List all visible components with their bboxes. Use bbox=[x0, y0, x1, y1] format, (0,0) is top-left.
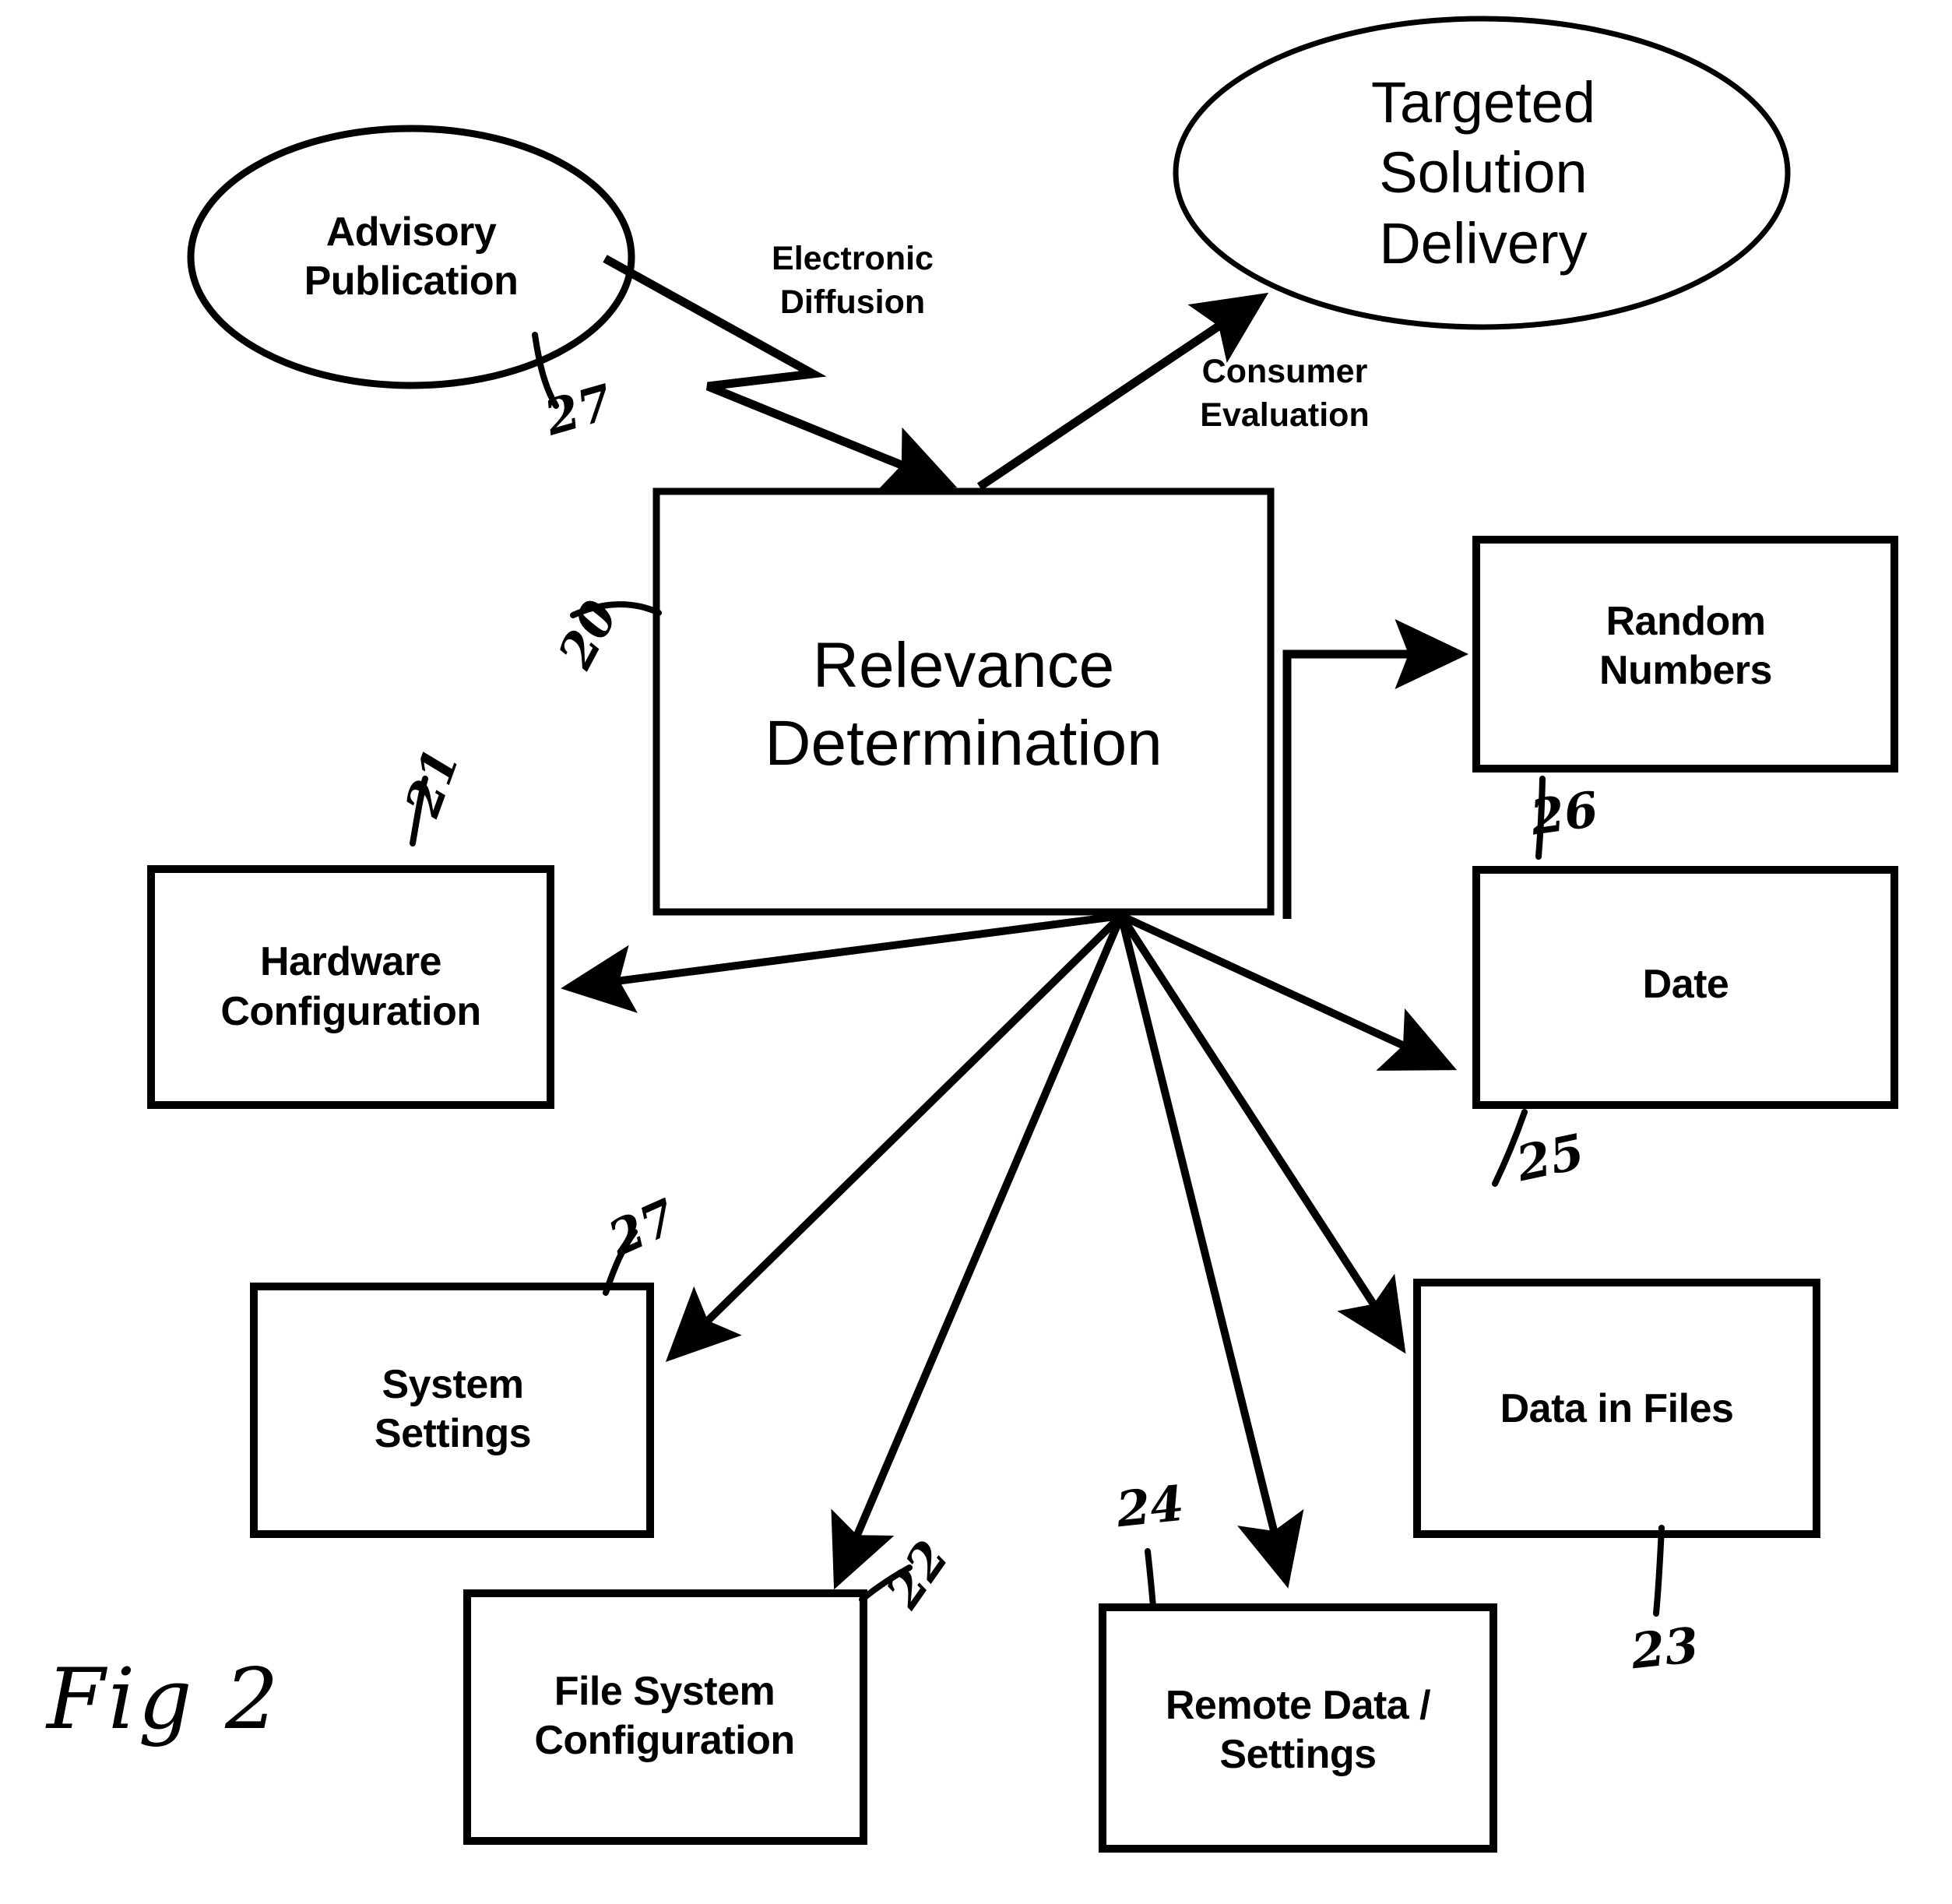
node-relevance-determination bbox=[652, 487, 1275, 916]
node-random-numbers bbox=[1472, 536, 1898, 773]
leader-line-20-relevance bbox=[570, 601, 662, 618]
patent-figure: Advisory Publication Targeted Solution D… bbox=[0, 0, 1952, 1904]
edge-consumer-evaluation bbox=[976, 292, 1269, 491]
edge-to-system-settings bbox=[665, 913, 1124, 1362]
node-targeted-solution-delivery bbox=[1173, 16, 1791, 330]
node-advisory-publication bbox=[187, 125, 635, 389]
node-date bbox=[1472, 866, 1898, 1109]
leader-line-23-data-in-files bbox=[1653, 1525, 1665, 1617]
edge-to-random-numbers bbox=[1282, 618, 1469, 919]
figure-canvas bbox=[147, 16, 1898, 1853]
edge-to-file-system-configuration bbox=[831, 914, 1125, 1590]
edge-to-remote-data-settings bbox=[1117, 914, 1304, 1589]
edge-to-hardware-configuration bbox=[561, 912, 1122, 1013]
leader-line-25-date bbox=[1492, 1109, 1528, 1187]
node-file-system-configuration bbox=[463, 1589, 867, 1845]
node-hardware-configuration bbox=[147, 865, 554, 1109]
edge-electronic-diffusion bbox=[603, 255, 958, 493]
leader-line-24-remote bbox=[1145, 1548, 1156, 1610]
node-data-in-files bbox=[1413, 1279, 1820, 1538]
node-system-settings bbox=[250, 1283, 654, 1538]
leader-line-26-random bbox=[1535, 776, 1546, 860]
leader-line-21-hardware bbox=[410, 776, 428, 846]
leader-line-22-filesystem bbox=[859, 1564, 913, 1603]
node-remote-data-settings bbox=[1099, 1603, 1497, 1853]
